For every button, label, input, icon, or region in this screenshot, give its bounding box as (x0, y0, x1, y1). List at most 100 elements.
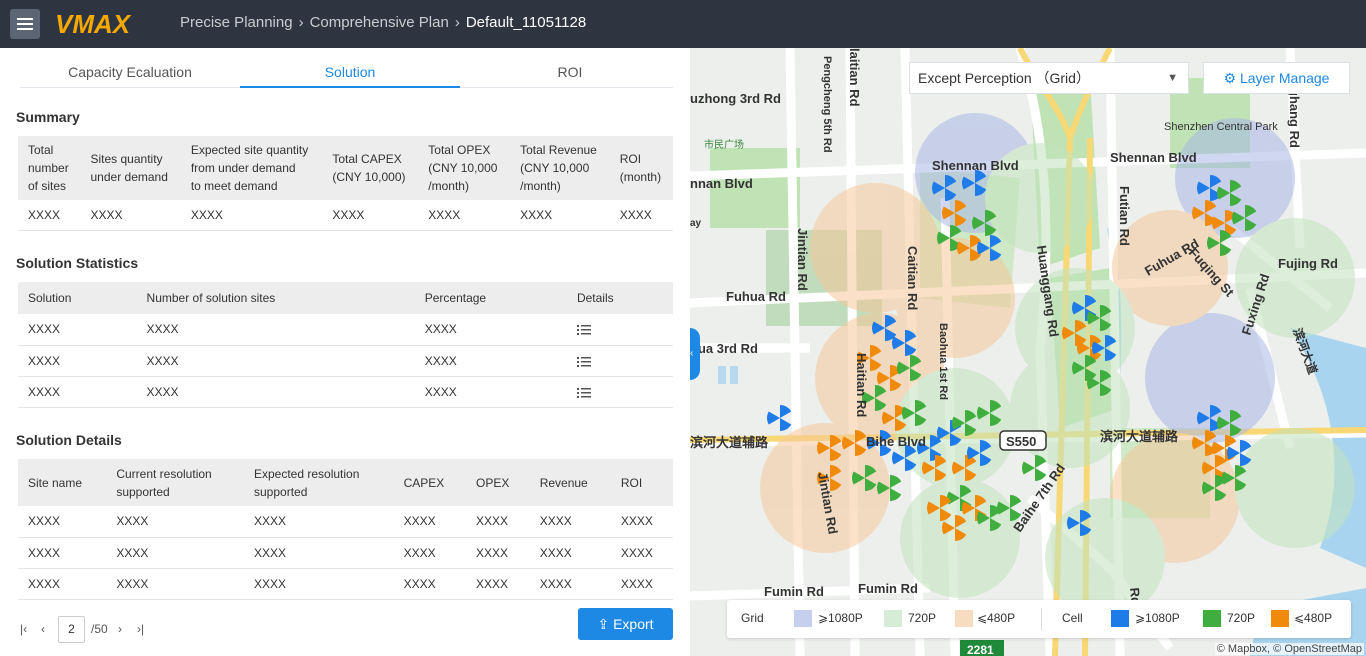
list-icon[interactable] (576, 325, 591, 336)
header-line: (month) (619, 170, 662, 184)
table-cell: XXXX (610, 506, 673, 538)
header-line: Current resolution (116, 466, 212, 481)
column-header: Total number of sites (18, 136, 81, 200)
next-page-icon[interactable]: › (118, 622, 122, 636)
column-header: Percentage (414, 282, 567, 314)
table-cell: XXXX (106, 506, 244, 538)
header-line: under demand (90, 170, 168, 184)
road-label: Bihe Blvd (866, 434, 926, 449)
table-row[interactable]: XXXX XXXX XXXX XXXX XXXX XXXX XXXX (18, 537, 673, 569)
perception-select[interactable]: Except Perception （Grid） ▼ (909, 62, 1189, 94)
breadcrumb-item[interactable]: Precise Planning (180, 14, 293, 31)
road-label: Jintian Rd (795, 228, 810, 291)
table-cell: XXXX (80, 200, 181, 231)
page-input[interactable]: 2 (58, 616, 85, 643)
table-cell: XXXX (466, 568, 530, 600)
legend-swatch (1111, 610, 1129, 627)
column-header: Details (566, 282, 673, 314)
highway-label: S550 (1006, 434, 1036, 449)
road-label: Fumin Rd (858, 581, 918, 596)
road-label: Fuhua Rd (726, 289, 786, 304)
solution-statistics-title: Solution Statistics (16, 255, 139, 271)
summary-table: Total number of sites Sites quantity under d… (18, 136, 673, 231)
road-label: laitian Rd (847, 48, 862, 107)
legend-label: ⩽480P (977, 611, 1016, 625)
column-header: Total Revenue (CNY 10,000/month) (510, 136, 610, 200)
chevron-down-icon: ▼ (1167, 72, 1178, 84)
road-label: ay (690, 218, 702, 229)
table-row[interactable]: XXXX XXXX XXXX XXXX XXXX XXXX XXXX (18, 568, 673, 600)
table-cell: XXXX (106, 537, 244, 569)
layer-manage-button[interactable]: ⚙ Layer Manage (1203, 62, 1350, 94)
statistics-table: Solution Number of solution sites Percenta… (18, 282, 673, 408)
table-cell: XXXX (244, 537, 394, 569)
header-line: supported (116, 484, 170, 499)
tab-roi[interactable]: ROI (460, 58, 680, 88)
last-page-icon[interactable]: ›| (137, 622, 144, 636)
details-cell (566, 376, 673, 408)
tab-solution[interactable]: Solution (240, 58, 460, 88)
list-icon[interactable] (576, 387, 591, 398)
chevron-right-icon: › (454, 14, 460, 31)
header-line: Sites quantity (90, 152, 163, 166)
table-row: XXXX XXXX XXXX (18, 345, 673, 377)
map-view[interactable]: Shennan Blvd Shennan Blvd nnan Blvd uzho… (690, 48, 1366, 656)
map-canvas[interactable]: Shennan Blvd Shennan Blvd nnan Blvd uzho… (690, 48, 1366, 656)
legend-label: ⩽480P (1294, 611, 1333, 625)
column-header: OPEX (466, 459, 530, 506)
list-icon[interactable] (576, 356, 591, 367)
column-header: ROI (month) (609, 136, 673, 200)
legend-label: ⩾1080P (818, 611, 863, 625)
legend-swatch (794, 610, 812, 627)
table-cell: XXXX (609, 200, 673, 231)
prev-page-icon[interactable]: ‹ (41, 622, 45, 636)
road-label: 滨河大道辅路 (690, 435, 769, 450)
column-header: ROI (610, 459, 673, 506)
export-button[interactable]: ⇪ Export (578, 608, 673, 640)
header-line: /month) (428, 179, 469, 193)
road-label: Caitian Rd (905, 246, 920, 310)
table-row[interactable]: XXXX XXXX XXXX XXXX XXXX XXXX XXXX (18, 506, 673, 538)
table-cell: XXXX (244, 506, 394, 538)
table-cell: XXXX (510, 200, 610, 231)
table-cell: XXXX (529, 506, 611, 538)
park-label: Shenzhen Central Park (1164, 121, 1278, 133)
road-label: Baohua 1st Rd (937, 323, 949, 400)
hamburger-menu-icon[interactable] (10, 9, 40, 39)
divider (1041, 608, 1042, 630)
column-header: Solution (18, 282, 137, 314)
column-header: Expected site quantity from under demand t… (180, 136, 323, 200)
details-table: Site name Current resolution supported Expe… (18, 459, 673, 600)
header-line: ROI (619, 152, 642, 166)
vmax-logo: VMAX (55, 10, 132, 38)
table-cell: XXXX (414, 376, 567, 408)
table-cell: XXXX (18, 200, 81, 231)
legend-swatch (1203, 610, 1221, 627)
map-attribution: © Mapbox, © OpenStreetMap (1214, 643, 1364, 655)
legend-swatch (955, 610, 973, 627)
road-label: Futian Rd (1117, 186, 1132, 246)
first-page-icon[interactable]: |‹ (20, 622, 27, 636)
upload-icon: ⇪ (597, 616, 610, 632)
table-cell: XXXX (18, 376, 137, 408)
header-line: /month) (520, 179, 561, 193)
solution-details-title: Solution Details (16, 432, 122, 448)
breadcrumb-item[interactable]: Comprehensive Plan (310, 14, 449, 31)
road-label: uzhong 3rd Rd (690, 91, 781, 106)
collapse-panel-button[interactable]: ‹ (690, 328, 700, 380)
park-label: 市民广场 (704, 138, 744, 151)
tab-capacity-evaluation[interactable]: Capacity Ecaluation (20, 58, 240, 88)
road-label: nnan Blvd (690, 176, 753, 191)
header-line: Expected resolution (254, 466, 360, 481)
table-cell: XXXX (18, 568, 107, 600)
road-label: Haitian Rd (854, 353, 869, 417)
road-label: Shennan Blvd (932, 158, 1019, 173)
tab-bar: Capacity Ecaluation Solution ROI (20, 58, 673, 88)
header-line: of sites (28, 179, 67, 193)
map-legend: Grid ⩾1080P 720P ⩽480P Cell ⩾1080P 720P … (727, 600, 1351, 638)
summary-title: Summary (16, 109, 80, 125)
table-cell: XXXX (529, 537, 611, 569)
table-row: XXXX XXXX XXXX (18, 314, 673, 346)
header-line: ROI (620, 475, 643, 490)
chevron-right-icon: › (298, 14, 304, 31)
